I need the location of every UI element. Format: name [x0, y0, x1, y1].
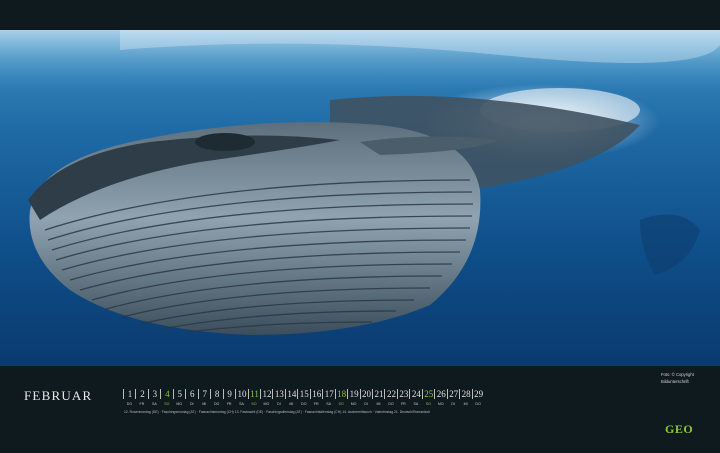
day-weekday: MO	[437, 402, 444, 406]
photo-credit: Foto: © Copyright Bildunterschrift	[661, 371, 694, 385]
whale-photo	[0, 30, 720, 366]
calendar-day: 22 DO	[384, 389, 397, 407]
day-weekday: MO	[350, 402, 357, 406]
day-weekday: SO	[164, 402, 170, 406]
month-title: FEBRUAR	[24, 388, 93, 403]
calendar-day: 28 MI	[459, 389, 472, 407]
day-weekday: SA	[239, 402, 244, 406]
calendar-day: 26 MO	[434, 389, 447, 407]
day-weekday: SA	[326, 402, 332, 406]
day-number: 18	[334, 389, 348, 399]
day-number: 5	[172, 389, 186, 399]
calendar-day: 18 SO	[334, 389, 348, 407]
geo-logo: GEO	[665, 422, 694, 436]
calendar-strip: FEBRUAR 1 DO 2 FR 3 SA 4 SO 5 MO 6 DI 7 MI 8 DO 9 FR 10 SA 1…	[0, 366, 720, 453]
calendar-day: 11 SO	[247, 389, 261, 407]
day-number: 10	[235, 389, 248, 399]
calendar-day: 17 SA	[322, 389, 335, 407]
day-weekday: FR	[313, 402, 319, 406]
whale-illustration	[0, 30, 720, 335]
calendar-day: 25 SO	[421, 389, 435, 407]
day-weekday: MI	[289, 402, 294, 406]
day-number: 11	[247, 389, 261, 399]
day-weekday: MI	[202, 402, 207, 406]
calendar-day: 21 MI	[372, 389, 385, 407]
calendar-day: 19 MO	[347, 389, 360, 407]
day-number: 22	[384, 389, 397, 399]
day-number: 19	[347, 389, 360, 399]
day-number: 15	[297, 389, 310, 399]
day-weekday: FR	[139, 402, 145, 406]
calendar-day: 1 DO	[123, 389, 136, 407]
calendar-day: 16 FR	[309, 389, 323, 407]
day-number: 6	[185, 389, 198, 399]
calendar-day: 14 MI	[284, 389, 298, 407]
day-number: 4	[160, 389, 173, 399]
day-number: 1	[123, 389, 136, 399]
day-number: 23	[396, 389, 410, 399]
day-number: 27	[446, 389, 460, 399]
calendar-day: 8 DO	[210, 389, 223, 407]
day-weekday: SA	[151, 402, 157, 406]
day-number: 7	[197, 389, 211, 399]
top-border	[0, 0, 720, 30]
day-weekday: MI	[463, 402, 468, 406]
day-weekday: MO	[263, 402, 270, 406]
calendar-day: 10 SA	[235, 389, 248, 407]
calendar-day: 27 DI	[446, 389, 460, 407]
day-number: 17	[322, 389, 335, 399]
day-weekday: DO	[301, 402, 307, 406]
day-weekday: SO	[425, 402, 431, 406]
day-number: 21	[372, 389, 385, 399]
day-weekday: DI	[189, 402, 194, 406]
day-number: 2	[135, 389, 148, 399]
calendar-day: 12 MO	[259, 389, 273, 407]
day-weekday: SO	[251, 402, 257, 406]
calendar-day: 23 FR	[396, 389, 410, 407]
day-weekday: MO	[176, 402, 183, 406]
day-weekday: DO	[475, 402, 481, 406]
day-number: 13	[272, 389, 285, 399]
credit-line-2: Bildunterschrift	[661, 379, 689, 384]
day-number: 26	[434, 389, 447, 399]
day-number: 9	[222, 389, 236, 399]
holiday-notes: 12. Rosenmontag (DE) · Faschingsmontag (…	[124, 410, 431, 414]
calendar-day: 13 DI	[272, 389, 285, 407]
day-weekday: DO	[213, 402, 220, 406]
calendar-day: 9 FR	[222, 389, 236, 407]
calendar-day: 15 DO	[297, 389, 310, 407]
day-number: 16	[309, 389, 323, 399]
day-number: 25	[421, 389, 435, 399]
calendar-day: 29 DO	[471, 389, 485, 407]
calendar-day: 2 FR	[135, 389, 148, 407]
day-weekday: DO	[126, 402, 133, 406]
day-number: 3	[147, 389, 161, 399]
day-weekday: DI	[451, 402, 455, 406]
calendar-day: 24 SA	[409, 389, 422, 407]
day-weekday: SA	[413, 402, 419, 406]
calendar-day: 6 DI	[185, 389, 198, 407]
day-number: 20	[359, 389, 373, 399]
day-weekday: FR	[226, 402, 232, 406]
day-number: 29	[471, 389, 485, 399]
day-weekday: FR	[400, 402, 406, 406]
day-number: 14	[284, 389, 298, 399]
day-number: 12	[259, 389, 273, 399]
calendar-day: 4 SO	[160, 389, 173, 407]
day-number: 24	[409, 389, 422, 399]
calendar-day: 7 MI	[197, 389, 211, 407]
day-number: 8	[210, 389, 223, 399]
day-number: 28	[459, 389, 472, 399]
calendar-day: 20 DI	[359, 389, 373, 407]
calendar-day: 3 SA	[147, 389, 161, 407]
day-weekday: MI	[376, 402, 381, 406]
credit-line-1: Foto: © Copyright	[661, 372, 694, 377]
day-weekday: DO	[388, 402, 394, 406]
day-weekday: SO	[338, 402, 344, 406]
day-weekday: DI	[277, 402, 281, 406]
day-weekday: DI	[364, 402, 368, 406]
calendar-day: 5 MO	[172, 389, 186, 407]
